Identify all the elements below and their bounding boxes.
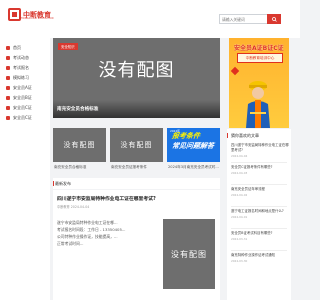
sidebar-item-label: 安全员A证 — [13, 85, 32, 90]
post-excerpt-line: 考试报名时间段：工作日 - 13350405... — [57, 227, 126, 232]
sidebar-item-label: 首页 — [13, 45, 21, 50]
latest-post[interactable]: 四川遂宁市安监局特种作业电工证在哪里考试? 中断教育 2024-04-04 遂宁… — [53, 190, 220, 300]
latest-section-header: 最新发布 — [53, 178, 220, 189]
site-header: 中断教育 ZHONGDUAN EDUCATION — [0, 0, 300, 38]
sidebar-item-signup[interactable]: 考试报名 — [6, 64, 29, 72]
recommended-title: 猜你喜欢的文章 — [231, 133, 259, 138]
recommended-item[interactable]: 安全员C证报考条件有哪些? 2024-04-03 — [231, 165, 289, 175]
recommended-item-title[interactable]: 遂宁电工证报名时间和地点是什么? — [231, 209, 289, 214]
sidebar-item-practice[interactable]: 模拟练习 — [6, 74, 29, 82]
recommended-item[interactable]: 遂宁电工证报名时间和地点是什么? 2024-04-01 — [231, 209, 289, 219]
article-card[interactable]: 没有配图 南充安全员证报考条件 — [110, 128, 163, 175]
cert-c2-icon — [6, 116, 10, 120]
banner-subtitle: 中断教育培训中心 — [237, 53, 283, 63]
sidebar-item-cert-c[interactable]: 安全员C证 — [6, 104, 32, 112]
banner-decoration-icon — [230, 66, 240, 76]
hero-caption[interactable]: 南充安全员合格标准 — [57, 106, 98, 112]
signup-icon — [6, 66, 10, 70]
recommended-item[interactable]: 南充安全员证年审流程 2024-04-02 — [231, 187, 289, 197]
sidebar-item-news[interactable]: 考试动态 — [6, 54, 29, 62]
sidebar-item-cert-b[interactable]: 安全员B证 — [6, 94, 32, 102]
recommended-item-date: 2024-04-03 — [231, 170, 248, 175]
post-image: 没有配图 — [163, 219, 215, 289]
recommended-item-date: 2024-03-31 — [231, 236, 248, 241]
divider — [231, 184, 287, 185]
post-excerpt-line: 正常考试时间... — [57, 241, 84, 246]
post-image-text: 没有配图 — [171, 249, 207, 259]
ad-headline: 报考条件 — [171, 132, 201, 140]
article-card-title[interactable]: 南充安全员证报考条件 — [111, 165, 147, 170]
logo-subtitle: ZHONGDUAN EDUCATION — [19, 17, 54, 20]
sidebar-item-label: 安全员C证 — [13, 115, 32, 120]
article-card-title[interactable]: 2024年3月南充安全员考试时... — [168, 165, 219, 170]
divider — [231, 162, 287, 163]
post-title[interactable]: 四川遂宁市安监局特种作业电工证在哪里考试? — [57, 195, 156, 202]
banner-title: 安全员A证B证C证 — [234, 45, 284, 52]
sidebar-item-label: 考试动态 — [13, 55, 29, 60]
recommended-item-title[interactable]: 安全员C证报考条件有哪些? — [231, 165, 289, 170]
recommended-item[interactable]: 南充特种作业操作证考试通知 2024-03-30 — [231, 253, 289, 263]
recommended-item-title[interactable]: 四川遂宁市安监局特种作业电工证在哪里考试? — [231, 143, 289, 153]
hero-image-text: 没有配图 — [98, 60, 175, 81]
sidebar-item-label: 安全员B证 — [13, 95, 32, 100]
sidebar-item-label: 考试报名 — [13, 65, 29, 70]
sidebar-item-label: 安全员C证 — [13, 105, 32, 110]
article-thumbnail: 2024年 报考条件 常见问题解答 — [167, 128, 220, 162]
recommended-item-date: 2024-04-02 — [231, 192, 248, 197]
search-input[interactable] — [220, 15, 270, 23]
search-icon — [271, 16, 277, 22]
promo-banner[interactable]: 安全员A证B证C证 中断教育培训中心 — [229, 38, 289, 128]
sidebar: 首页 考试动态 考试报名 模拟练习 安全员A证 安全员B证 安全员C证 安全员C… — [0, 38, 50, 300]
recommended-item-title[interactable]: 南充特种作业操作证考试通知 — [231, 253, 289, 258]
practice-icon — [6, 76, 10, 80]
section-accent-bar — [53, 181, 54, 186]
article-thumbnail: 没有配图 — [53, 128, 106, 162]
hero-tag[interactable]: 安全知识 — [58, 43, 78, 50]
sidebar-item-label: 模拟练习 — [13, 75, 29, 80]
search-box — [219, 14, 281, 24]
recommended-item-date: 2024-04-01 — [231, 214, 248, 219]
article-thumbnail: 没有配图 — [110, 128, 163, 162]
article-card[interactable]: 没有配图 南充安全员合格标准 — [53, 128, 106, 175]
recommended-item-title[interactable]: 安全员B证考试科目有哪些? — [231, 231, 289, 236]
section-accent-bar — [227, 133, 228, 138]
cert-b-icon — [6, 96, 10, 100]
section-title: 最新发布 — [55, 181, 71, 186]
thumbnail-text: 没有配图 — [63, 141, 96, 149]
home-icon — [6, 46, 10, 50]
recommended-item-title[interactable]: 南充安全员证年审流程 — [231, 187, 289, 192]
divider — [231, 228, 287, 229]
post-excerpt-line: 公司特种作业操作证，技能提高，... — [57, 234, 118, 239]
sidebar-item-cert-c2[interactable]: 安全员C证 — [6, 114, 32, 122]
article-card-title[interactable]: 南充安全员合格标准 — [54, 165, 86, 170]
post-excerpt-line: 遂宁市安监局特种作业电工证在哪... — [57, 220, 118, 225]
recommended-item-date: 2024-04-04 — [231, 153, 248, 158]
cert-a-icon — [6, 86, 10, 90]
sidebar-item-home[interactable]: 首页 — [6, 44, 21, 52]
worker-illustration — [246, 81, 270, 128]
sidebar-item-cert-a[interactable]: 安全员A证 — [6, 84, 32, 92]
ad-subheadline: 常见问题解答 — [171, 142, 215, 150]
recommended-list: 猜你喜欢的文章 四川遂宁市安监局特种作业电工证在哪里考试? 2024-04-04… — [227, 129, 291, 300]
article-card[interactable]: 2024年 报考条件 常见问题解答 2024年3月南充安全员考试时... — [167, 128, 220, 175]
recommended-item[interactable]: 四川遂宁市安监局特种作业电工证在哪里考试? 2024-04-04 — [231, 143, 289, 158]
news-icon — [6, 56, 10, 60]
recommended-item[interactable]: 安全员B证考试科目有哪些? 2024-03-31 — [231, 231, 289, 241]
thumbnail-text: 没有配图 — [120, 141, 153, 149]
divider — [231, 250, 287, 251]
hero-slide[interactable]: 没有配图 安全知识 南充安全员合格标准 — [53, 38, 220, 118]
search-button[interactable] — [267, 14, 281, 24]
cert-c-icon — [6, 106, 10, 110]
divider — [231, 206, 287, 207]
recommended-item-date: 2024-03-30 — [231, 258, 248, 263]
post-meta: 中断教育 2024-04-04 — [57, 205, 90, 209]
